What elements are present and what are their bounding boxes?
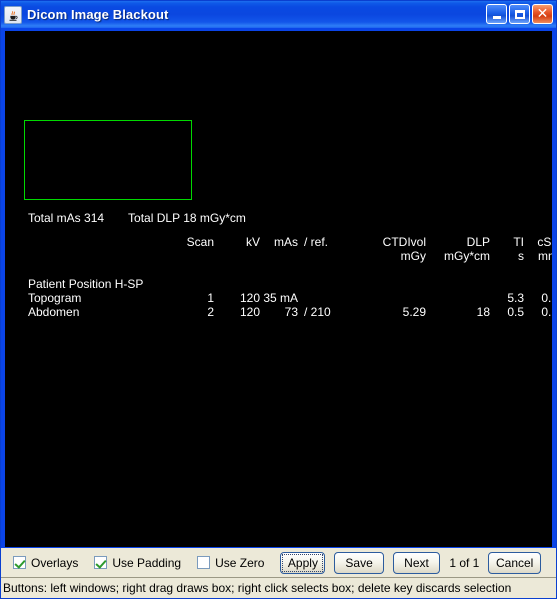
- totals-line: Total mAs 314 Total DLP 18 mGy*cm: [28, 211, 246, 225]
- header-name: [28, 235, 168, 249]
- table-units-row: mGy mGy*cm s mm: [28, 249, 552, 277]
- row-scan: 1: [207, 291, 214, 305]
- unit-ti: s: [518, 249, 524, 263]
- image-canvas-container: Total mAs 314 Total DLP 18 mGy*cm Scan kV…: [1, 28, 556, 547]
- row-mas: 73: [284, 305, 298, 319]
- patient-position-label: Patient Position H-SP: [28, 277, 144, 291]
- control-panel: Overlays Use Padding Use Zero Apply Save…: [1, 547, 556, 577]
- table-row: Topogram 1 120 35 mA 5.3 0.6: [28, 291, 552, 305]
- window-title: Dicom Image Blackout: [27, 7, 169, 22]
- unit-dlp: mGy*cm: [444, 249, 490, 263]
- unit-ref: [298, 249, 360, 277]
- total-dlp-label: Total DLP 18 mGy*cm: [128, 211, 246, 225]
- close-icon: ✕: [536, 6, 549, 22]
- checkbox-use-padding-label: Use Padding: [112, 555, 182, 570]
- total-mas-label: Total mAs 314: [28, 211, 105, 225]
- checkbox-overlays-label: Overlays: [31, 555, 79, 570]
- checkbox-use-zero-box[interactable]: [197, 556, 211, 569]
- java-coffee-cup-icon: [4, 5, 22, 24]
- row-name: Abdomen: [28, 305, 80, 319]
- save-button[interactable]: Save: [334, 551, 384, 574]
- row-ctdivol: 5.29: [402, 305, 426, 319]
- checkbox-use-zero[interactable]: Use Zero: [197, 556, 264, 570]
- dicom-image-canvas[interactable]: Total mAs 314 Total DLP 18 mGy*cm Scan kV…: [5, 31, 552, 547]
- header-dlp: DLP: [466, 235, 490, 249]
- next-button[interactable]: Next: [392, 551, 441, 574]
- checkbox-use-zero-label: Use Zero: [215, 555, 265, 570]
- row-ref: / 210: [304, 305, 331, 319]
- header-ref: / ref.: [304, 235, 329, 249]
- window-controls: ✕: [486, 4, 553, 24]
- row-ctdivol: [360, 291, 426, 305]
- unit-name: [28, 249, 168, 277]
- row-dlp: [426, 291, 490, 305]
- row-ref: [298, 291, 360, 305]
- row-dlp: 18: [476, 305, 490, 319]
- selection-box[interactable]: [24, 120, 192, 200]
- header-mas: mAs: [274, 235, 298, 249]
- status-bar-text: Buttons: left windows; right drag draws …: [3, 581, 512, 595]
- header-ctdivol: CTDIvol: [382, 235, 426, 249]
- title-bar[interactable]: Dicom Image Blackout ✕: [1, 1, 556, 28]
- header-kv: kV: [245, 235, 260, 249]
- close-button[interactable]: ✕: [532, 4, 553, 24]
- dose-report-table: Scan kV mAs / ref. CTDIvol DLP TI cSL: [28, 235, 552, 319]
- checkbox-use-padding-box[interactable]: [94, 556, 108, 569]
- unit-ctdivol: mGy: [400, 249, 426, 263]
- page-indicator: 1 of 1: [449, 555, 480, 570]
- header-csl: cSL: [537, 235, 552, 249]
- row-kv: 120: [239, 291, 260, 305]
- row-kv: 120: [239, 305, 260, 319]
- checkbox-overlays-box[interactable]: [13, 556, 26, 569]
- row-name: Topogram: [28, 291, 82, 305]
- application-window: Dicom Image Blackout ✕ Total mAs 314 Tota…: [0, 0, 557, 599]
- unit-scan: [168, 249, 214, 277]
- row-csl: 0.6: [541, 291, 552, 305]
- table-row: Abdomen 2 120 73 / 210 5.29 18 0.5 0.6: [28, 305, 552, 319]
- row-csl: 0.6: [541, 305, 552, 319]
- unit-kv: [214, 249, 260, 277]
- maximize-button[interactable]: [509, 4, 530, 24]
- minimize-icon: [492, 16, 501, 19]
- cancel-button[interactable]: Cancel: [488, 551, 541, 574]
- row-mas: 35 mA: [263, 291, 298, 305]
- header-scan: Scan: [186, 235, 214, 249]
- checkbox-use-padding[interactable]: Use Padding: [94, 556, 181, 570]
- checkbox-overlays[interactable]: Overlays: [13, 556, 78, 570]
- minimize-button[interactable]: [486, 4, 507, 24]
- unit-csl: mm: [538, 249, 552, 263]
- row-ti: 0.5: [507, 305, 524, 319]
- row-scan: 2: [207, 305, 214, 319]
- apply-button[interactable]: Apply: [280, 551, 326, 574]
- maximize-icon: [514, 9, 525, 19]
- status-bar: Buttons: left windows; right drag draws …: [1, 577, 556, 598]
- row-ti: 5.3: [507, 291, 524, 305]
- unit-mas: [260, 249, 298, 277]
- table-header-row: Scan kV mAs / ref. CTDIvol DLP TI cSL: [28, 235, 552, 249]
- header-ti: TI: [513, 235, 524, 249]
- patient-position-row: Patient Position H-SP: [28, 277, 552, 291]
